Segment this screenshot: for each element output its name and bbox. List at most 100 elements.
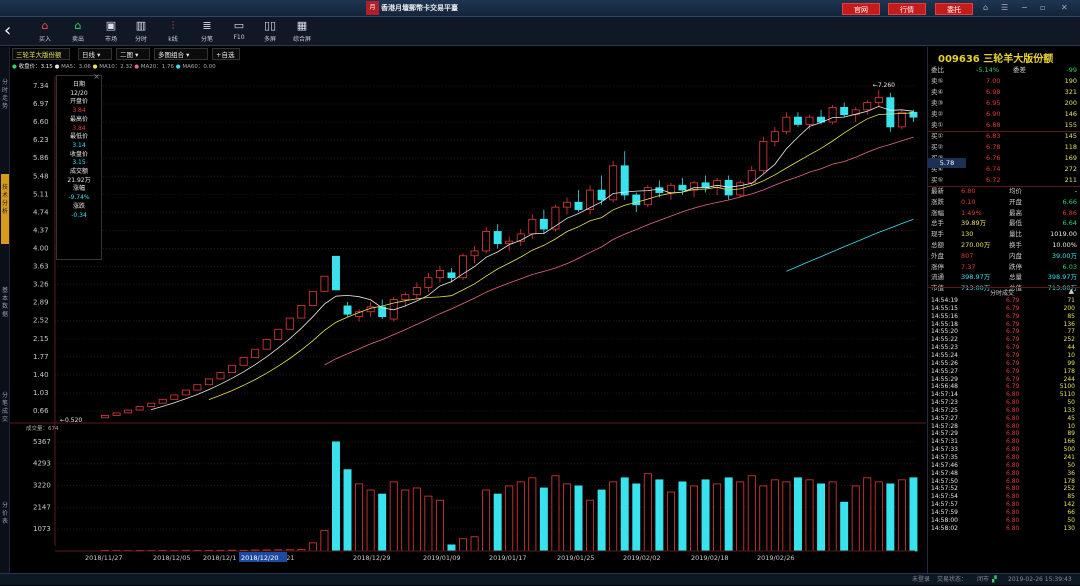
candle-body[interactable] <box>252 349 259 357</box>
volume-bar[interactable] <box>379 494 386 551</box>
volume-bar[interactable] <box>783 482 790 551</box>
sidebar-item-4[interactable]: 分价表 <box>1 502 9 526</box>
volume-bar[interactable] <box>309 543 316 551</box>
volume-bar[interactable] <box>725 478 732 551</box>
volume-bar[interactable] <box>575 486 582 551</box>
candle-body[interactable] <box>667 185 674 192</box>
volume-bar[interactable] <box>806 480 813 551</box>
volume-bar[interactable] <box>413 488 420 551</box>
volume-bar[interactable] <box>367 490 374 551</box>
sidebar-item-1[interactable]: 技术分析 <box>1 174 9 244</box>
volume-bar[interactable] <box>448 545 455 551</box>
candle-body[interactable] <box>448 273 455 278</box>
candle-body[interactable] <box>321 276 328 291</box>
candle-body[interactable] <box>217 373 224 379</box>
candle-body[interactable] <box>760 141 767 170</box>
volume-bar[interactable] <box>483 490 490 551</box>
candle-body[interactable] <box>194 385 201 390</box>
candle-body[interactable] <box>263 339 270 349</box>
volume-bar[interactable] <box>633 484 640 551</box>
candle-body[interactable] <box>298 305 305 318</box>
candle-body[interactable] <box>436 270 443 277</box>
candle-body[interactable] <box>275 329 282 339</box>
candle-body[interactable] <box>332 256 339 290</box>
candle-body[interactable] <box>864 103 871 110</box>
toolbar-sell-button[interactable]: ⌂卖出 <box>63 19 93 43</box>
candle-body[interactable] <box>540 219 547 229</box>
candle-body[interactable] <box>240 357 247 365</box>
volume-bar[interactable] <box>887 484 894 551</box>
volume-bar[interactable] <box>610 482 617 551</box>
candle-body[interactable] <box>113 413 120 415</box>
back-arrow-icon[interactable]: ‹ <box>4 20 20 42</box>
candle-body[interactable] <box>563 202 570 207</box>
volume-bar[interactable] <box>517 482 524 551</box>
tab-layout[interactable]: 二图 ▾ <box>116 48 150 60</box>
volume-bar[interactable] <box>390 482 397 551</box>
sidebar-item-2[interactable]: 基本数据 <box>1 287 9 319</box>
add-watchlist-button[interactable]: +自选 <box>212 48 240 60</box>
sidebar-item-3[interactable]: 分笔成交 <box>1 392 9 424</box>
candle-body[interactable] <box>494 231 501 243</box>
volume-bar[interactable] <box>425 496 432 551</box>
volume-bar[interactable] <box>714 484 721 551</box>
toolbar-composite-button[interactable]: ▦综合屏 <box>287 19 317 43</box>
candle-body[interactable] <box>228 365 235 372</box>
volume-bar[interactable] <box>540 488 547 551</box>
candle-body[interactable] <box>771 132 778 142</box>
candle-body[interactable] <box>794 117 801 124</box>
volume-bar[interactable] <box>459 539 466 551</box>
volume-bar[interactable] <box>552 476 559 551</box>
volume-bar[interactable] <box>702 480 709 551</box>
candle-body[interactable] <box>529 219 536 234</box>
candle-body[interactable] <box>159 399 166 403</box>
candle-body[interactable] <box>829 107 836 122</box>
volume-bar[interactable] <box>402 490 409 551</box>
tab-stock-name[interactable]: 三轮羊大版份额 <box>12 48 70 60</box>
maximize-icon[interactable]: ▫ <box>1040 3 1045 12</box>
website-button[interactable]: 官网 <box>842 3 880 15</box>
volume-bar[interactable] <box>794 478 801 551</box>
candle-body[interactable] <box>286 318 293 329</box>
volume-bar[interactable] <box>656 480 663 551</box>
candle-body[interactable] <box>309 291 316 305</box>
candle-body[interactable] <box>841 107 848 114</box>
volume-bar[interactable] <box>679 482 686 551</box>
candle-body[interactable] <box>875 98 882 103</box>
candle-body[interactable] <box>679 185 686 190</box>
candle-body[interactable] <box>598 190 605 200</box>
candle-body[interactable] <box>621 166 628 195</box>
candle-body[interactable] <box>714 180 721 187</box>
volume-bar[interactable] <box>864 478 871 551</box>
sidebar-item-0[interactable]: 分时走势 <box>1 79 9 111</box>
candle-body[interactable] <box>483 231 490 250</box>
candle-body[interactable] <box>610 166 617 200</box>
tooltip-close-icon[interactable]: × <box>93 73 100 82</box>
candle-body[interactable] <box>182 390 189 395</box>
candle-body[interactable] <box>783 117 790 132</box>
tab-combo[interactable]: 多图组合 ▾ <box>154 48 208 60</box>
volume-bar[interactable] <box>817 484 824 551</box>
tab-period-daily[interactable]: 日线 ▾ <box>78 48 112 60</box>
volume-bar[interactable] <box>506 486 513 551</box>
toolbar-multiscreen-button[interactable]: ▯▯多屏 <box>255 19 285 43</box>
volume-bar[interactable] <box>910 478 917 551</box>
scroll-up-icon[interactable]: ▲ <box>1069 287 1074 295</box>
volume-bar[interactable] <box>321 531 328 551</box>
volume-bar[interactable] <box>332 442 339 551</box>
volume-bar[interactable] <box>829 482 836 551</box>
candle-body[interactable] <box>171 395 178 399</box>
close-icon[interactable]: ✕ <box>1061 3 1068 12</box>
toolbar-buy-button[interactable]: ⌂买入 <box>30 19 60 43</box>
volume-bar[interactable] <box>737 482 744 551</box>
candle-body[interactable] <box>402 295 409 300</box>
candle-body[interactable] <box>575 202 582 209</box>
candle-body[interactable] <box>136 407 143 410</box>
volume-bar[interactable] <box>621 478 628 551</box>
candle-body[interactable] <box>471 251 478 256</box>
volume-bar[interactable] <box>644 474 651 551</box>
candle-body[interactable] <box>205 379 212 385</box>
candle-body[interactable] <box>125 410 132 413</box>
quotes-button[interactable]: 行情 <box>888 3 926 15</box>
volume-bar[interactable] <box>586 500 593 551</box>
